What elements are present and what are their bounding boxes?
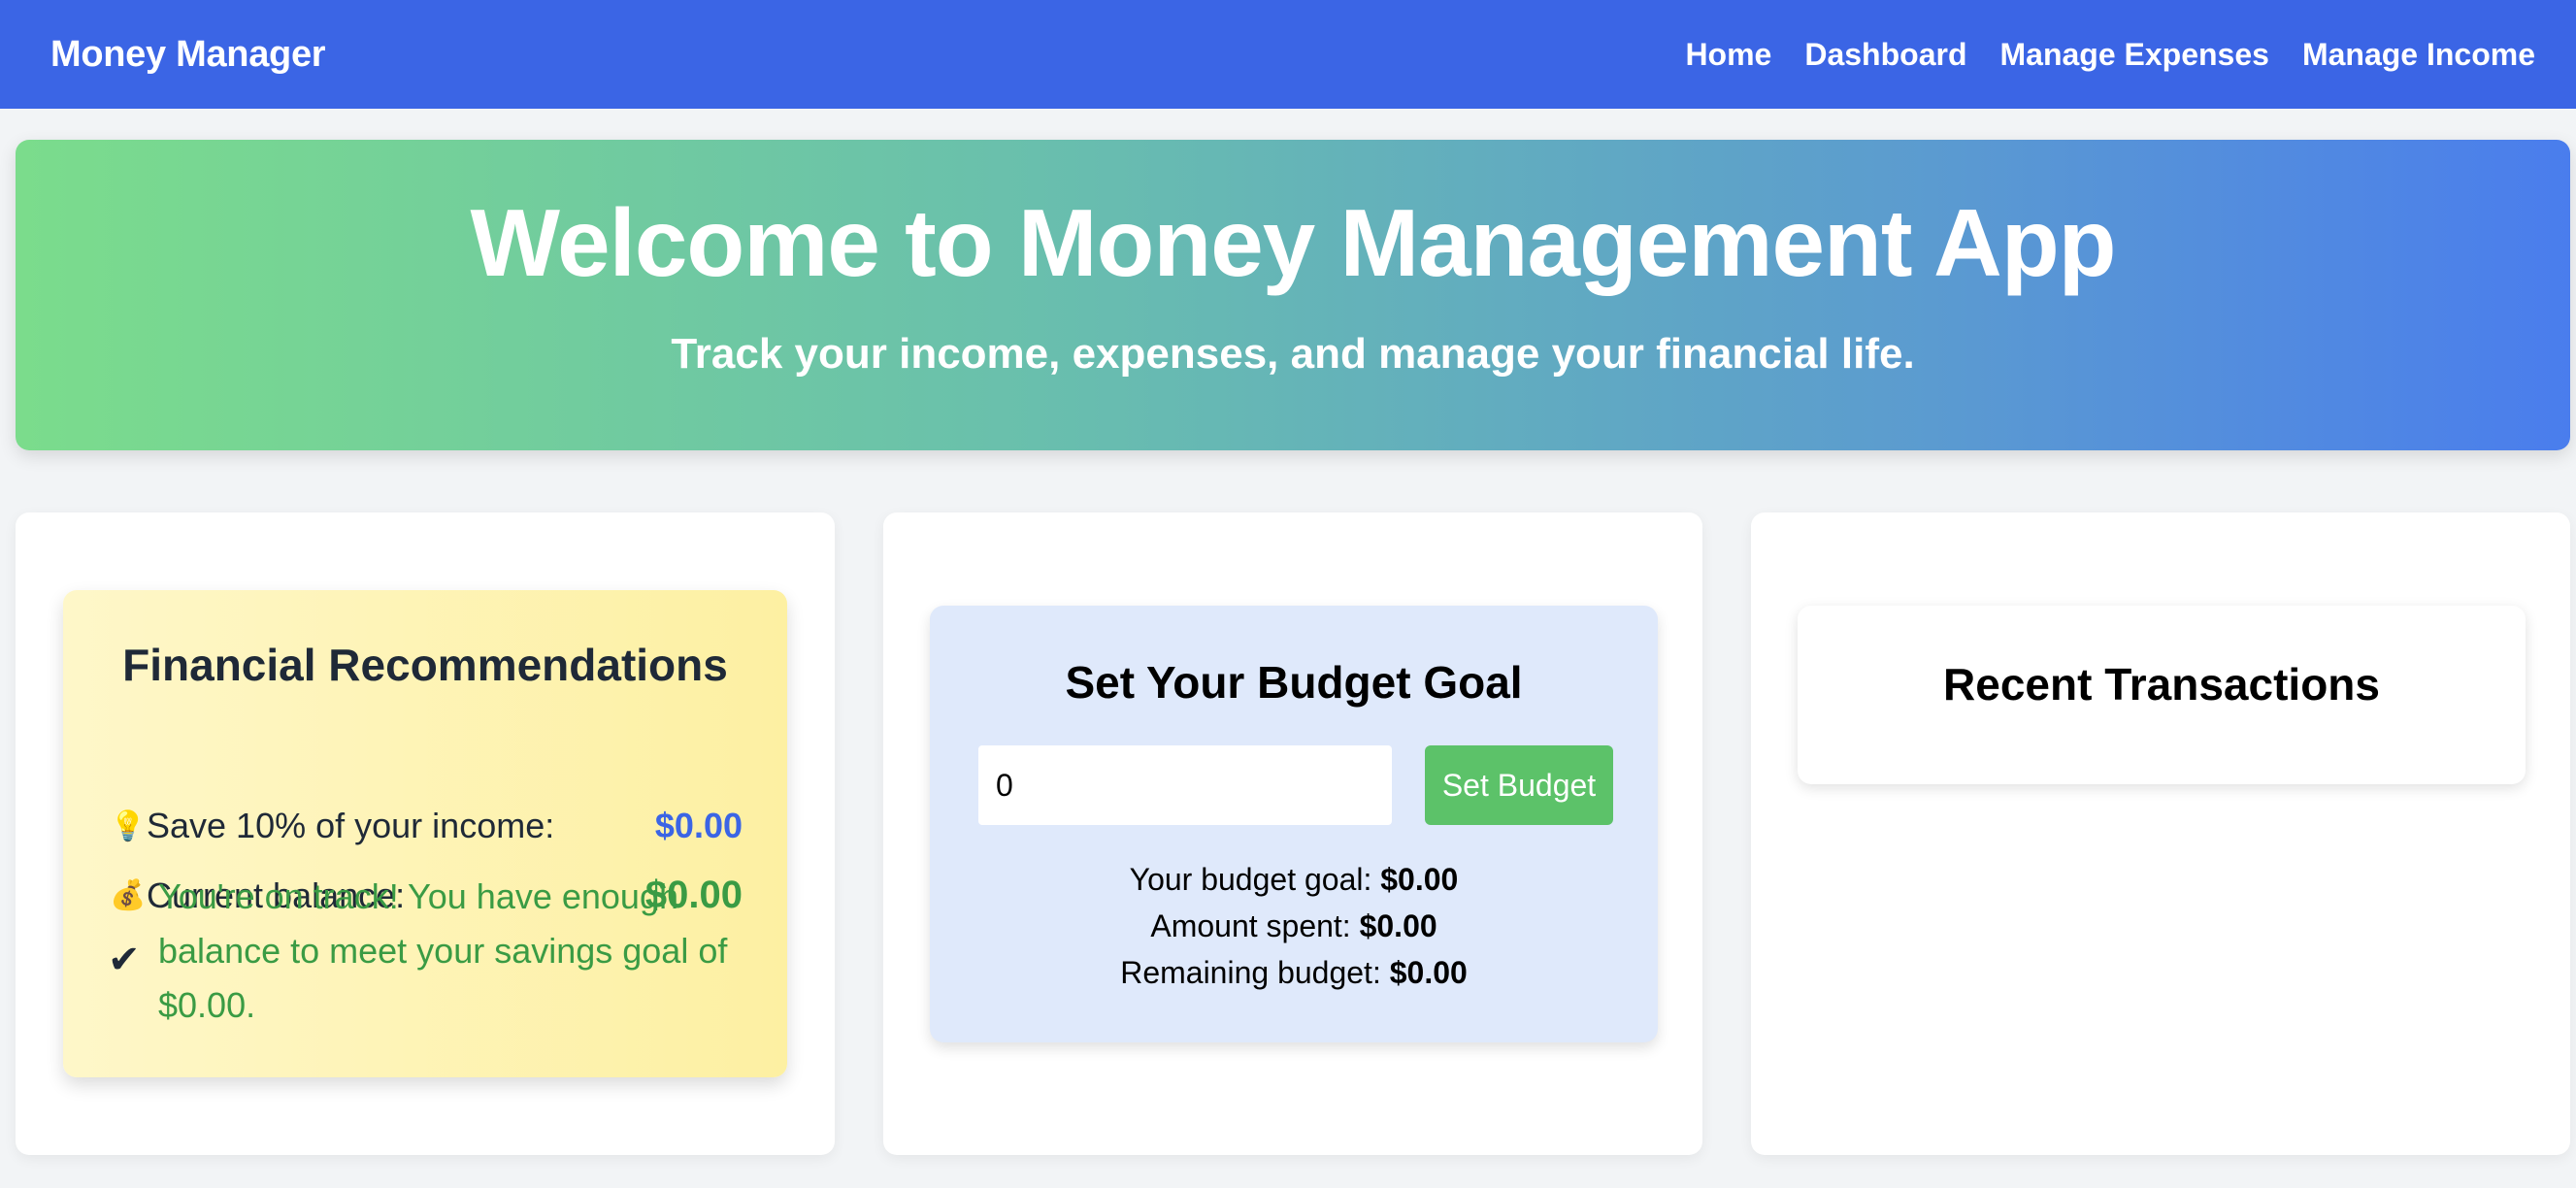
lightbulb-icon: 💡 xyxy=(110,809,147,842)
budget-goal-line: Your budget goal: $0.00 xyxy=(930,862,1658,898)
set-budget-button[interactable]: Set Budget xyxy=(1425,745,1613,825)
recommendations-title: Financial Recommendations xyxy=(122,640,728,690)
savings-label-group: 💡 Save 10% of your income: xyxy=(110,806,554,846)
recommendations-panel: Financial Recommendations 💡 Save 10% of … xyxy=(63,590,787,1077)
nav-link-manage-income[interactable]: Manage Income xyxy=(2302,37,2535,73)
hero-banner: Welcome to Money Management App Track yo… xyxy=(16,140,2570,450)
savings-value: $0.00 xyxy=(654,806,743,845)
amount-spent-value: $0.00 xyxy=(1359,908,1437,943)
brand-logo[interactable]: Money Manager xyxy=(50,34,326,76)
budget-goal-value: $0.00 xyxy=(1380,862,1459,897)
recommendations-card: Financial Recommendations 💡 Save 10% of … xyxy=(16,512,835,1155)
money-bag-icon: 💰 xyxy=(110,879,147,911)
on-track-message: You're on track! You have enough balance… xyxy=(158,876,728,1025)
nav-link-home[interactable]: Home xyxy=(1685,37,1771,73)
budget-goal-label: Your budget goal: xyxy=(1129,862,1372,897)
budget-panel: Set Your Budget Goal Set Budget Your bud… xyxy=(930,606,1658,1042)
amount-spent-label: Amount spent: xyxy=(1150,908,1351,943)
savings-row: 💡 Save 10% of your income: $0.00 xyxy=(110,806,743,846)
remaining-budget-label: Remaining budget: xyxy=(1120,955,1381,990)
remaining-budget-value: $0.00 xyxy=(1389,955,1468,990)
top-navbar: Money Manager Home Dashboard Manage Expe… xyxy=(0,0,2576,109)
budget-input[interactable] xyxy=(978,745,1392,825)
transactions-title: Recent Transactions xyxy=(1943,659,2380,710)
checkmark-icon: ✔ xyxy=(108,939,141,981)
nav-link-manage-expenses[interactable]: Manage Expenses xyxy=(1999,37,2268,73)
hero-title: Welcome to Money Management App xyxy=(470,189,2116,296)
transactions-panel: Recent Transactions xyxy=(1798,606,2526,784)
remaining-budget-line: Remaining budget: $0.00 xyxy=(930,955,1658,991)
budget-card: Set Your Budget Goal Set Budget Your bud… xyxy=(883,512,1702,1155)
nav-links: Home Dashboard Manage Expenses Manage In… xyxy=(1685,37,2535,73)
amount-spent-line: Amount spent: $0.00 xyxy=(930,908,1658,944)
transactions-card: Recent Transactions xyxy=(1751,512,2570,1155)
budget-title: Set Your Budget Goal xyxy=(1065,657,1523,708)
nav-link-dashboard[interactable]: Dashboard xyxy=(1804,37,1966,73)
hero-subtitle: Track your income, expenses, and manage … xyxy=(671,330,1915,378)
savings-label: Save 10% of your income: xyxy=(147,806,555,845)
